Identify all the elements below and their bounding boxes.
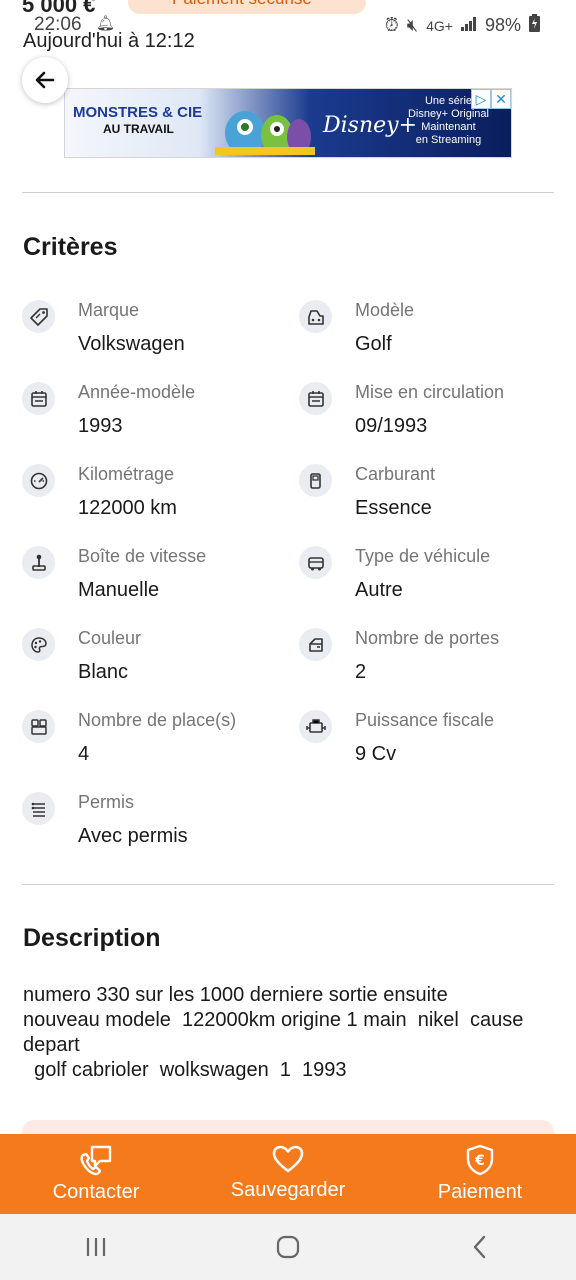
- signal-icon: [460, 15, 477, 36]
- arrow-left-icon: [35, 71, 55, 89]
- seat-icon: [22, 710, 55, 743]
- calendar-icon: [299, 382, 332, 415]
- ad-title: MONSTRES & CIE AU TRAVAIL: [73, 105, 202, 137]
- criterion-value: Volkswagen: [78, 333, 185, 355]
- adchoices-icon[interactable]: ▷: [471, 89, 491, 109]
- description-text: numero 330 sur les 1000 derniere sortie …: [23, 984, 524, 1081]
- ad-tagline-line: Maintenant: [421, 121, 476, 133]
- divider: [22, 884, 554, 885]
- ad-badges: ▷ ✕: [471, 89, 511, 109]
- payment-button[interactable]: € Paiement: [384, 1134, 576, 1214]
- speedometer-icon: [22, 464, 55, 497]
- criterion-label: Boîte de vitesse: [78, 546, 207, 566]
- action-bar: Contacter Sauvegarder € Paiement: [0, 1134, 576, 1214]
- listing-date: Aujourd'hui à 12:12: [23, 30, 195, 52]
- ad-banner[interactable]: MONSTRES & CIE AU TRAVAIL Disney+ Une sé…: [64, 88, 512, 158]
- criterion-value: Golf: [355, 333, 392, 355]
- criterion-label: Type de véhicule: [355, 546, 491, 566]
- divider: [22, 192, 554, 193]
- criterion-label: Couleur: [78, 628, 142, 648]
- system-nav-bar: [0, 1214, 576, 1280]
- shield-euro-icon: €: [466, 1144, 494, 1176]
- alarm-icon: ⏰︎: [384, 15, 399, 35]
- criterion-value: Autre: [355, 579, 403, 601]
- ad-title-sub: AU TRAVAIL: [103, 122, 174, 136]
- description-title: Description: [23, 924, 161, 952]
- svg-text:€: €: [474, 1153, 485, 1169]
- criterion-label: Puissance fiscale: [355, 710, 495, 730]
- criterion-value: 2: [355, 661, 367, 683]
- fuel-pump-icon: [299, 464, 332, 497]
- contact-label: Contacter: [52, 1181, 140, 1203]
- tag-icon: [22, 300, 55, 333]
- criterion-value: 4: [78, 743, 90, 765]
- palette-icon: [22, 628, 55, 661]
- car-door-icon: [299, 628, 332, 661]
- car-icon: [299, 300, 332, 333]
- battery-icon: [529, 14, 540, 37]
- save-label: Sauvegarder: [230, 1179, 346, 1201]
- chevron-left-icon: [473, 1235, 486, 1259]
- criterion-value: Blanc: [78, 661, 129, 683]
- gear-stick-icon: [22, 546, 55, 579]
- ad-characters-image: [215, 111, 315, 155]
- ad-tagline-line: en Streaming: [415, 134, 482, 146]
- home-icon: [276, 1235, 300, 1259]
- battery-percent: 98%: [484, 15, 521, 35]
- criteria-title: Critères: [23, 233, 118, 261]
- ad-brand-logo: Disney+: [323, 113, 418, 138]
- criterion-label: Permis: [78, 792, 135, 812]
- ad-title-main: MONSTRES & CIE: [73, 104, 203, 121]
- recent-apps-button[interactable]: [66, 1227, 126, 1267]
- criterion-label: Carburant: [355, 464, 436, 484]
- criterion-value: Essence: [355, 497, 432, 519]
- ad-tagline-line: Disney+ Original: [407, 108, 489, 120]
- criterion-label: Modèle: [355, 300, 415, 320]
- criterion-value: 9 Cv: [355, 743, 397, 765]
- recent-apps-icon: [86, 1238, 106, 1256]
- payment-label: Paiement: [437, 1181, 523, 1203]
- criterion-value: Avec permis: [78, 825, 188, 847]
- criterion-label: Mise en circulation: [355, 382, 505, 402]
- criterion-label: Année-modèle: [78, 382, 196, 402]
- license-icon: [22, 792, 55, 825]
- calendar-icon: [22, 382, 55, 415]
- criterion-value: 09/1993: [355, 415, 428, 437]
- network-label: 4G+: [426, 17, 453, 34]
- criterion-label: Kilométrage: [78, 464, 175, 484]
- heart-icon: [272, 1145, 304, 1173]
- status-icons: ⏰︎ 🔇︎ 4G+ 98%: [385, 14, 540, 37]
- engine-icon: [299, 710, 332, 743]
- mute-icon: 🔇︎: [406, 15, 419, 35]
- ad-close-icon[interactable]: ✕: [491, 89, 511, 109]
- criterion-value: 1993: [78, 415, 123, 437]
- criterion-label: Marque: [78, 300, 140, 320]
- phone-chat-icon: [80, 1145, 112, 1176]
- system-back-button[interactable]: [450, 1227, 510, 1267]
- vehicle-type-icon: [299, 546, 332, 579]
- criterion-value: Manuelle: [78, 579, 160, 601]
- criterion-value: 122000 km: [78, 497, 177, 519]
- contact-button[interactable]: Contacter: [0, 1134, 192, 1214]
- peek-payment-pill: Paiement sécurisé: [128, 0, 366, 14]
- criterion-label: Nombre de place(s): [78, 710, 237, 730]
- save-button[interactable]: Sauvegarder: [192, 1134, 384, 1214]
- criterion-label: Nombre de portes: [355, 628, 500, 648]
- back-button[interactable]: [22, 57, 68, 103]
- home-button[interactable]: [258, 1227, 318, 1267]
